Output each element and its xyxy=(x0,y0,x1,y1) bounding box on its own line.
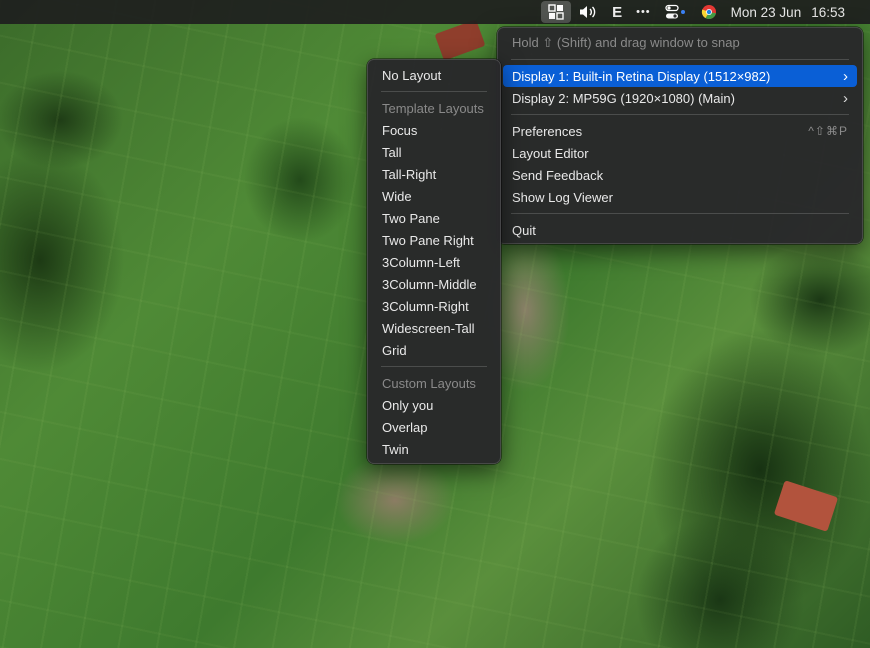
layout-label: Wide xyxy=(382,188,412,204)
menu-bar-time: 16:53 xyxy=(811,4,845,20)
chrome-icon[interactable] xyxy=(694,1,724,23)
layout-manager-menu: Hold ⇧ (Shift) and drag window to snap D… xyxy=(497,27,863,244)
toggle-switches-icon xyxy=(665,4,685,19)
menu-item-display-2[interactable]: Display 2: MP59G (1920×1080) (Main) › xyxy=(503,87,857,109)
layout-label: Only you xyxy=(382,397,434,413)
template-layouts-label: Template Layouts xyxy=(382,100,484,116)
app-e-icon[interactable]: E xyxy=(605,1,629,23)
layout-label: Twin xyxy=(382,441,409,457)
speaker-icon xyxy=(580,6,596,18)
menu-item-custom-twin[interactable]: Twin xyxy=(373,438,495,460)
layout-label: 3Column-Right xyxy=(382,298,469,314)
custom-layouts-header: Custom Layouts xyxy=(373,372,495,394)
menu-item-layout-3column-left[interactable]: 3Column-Left xyxy=(373,251,495,273)
menu-item-custom-overlap[interactable]: Overlap xyxy=(373,416,495,438)
menu-separator xyxy=(511,213,849,214)
menu-item-no-layout[interactable]: No Layout xyxy=(373,64,495,86)
menu-item-quit[interactable]: Quit xyxy=(503,219,857,241)
menu-item-layout-two-pane-right[interactable]: Two Pane Right xyxy=(373,229,495,251)
menu-separator xyxy=(511,59,849,60)
menu-separator xyxy=(381,366,487,367)
show-log-viewer-label: Show Log Viewer xyxy=(512,189,613,205)
menu-separator xyxy=(381,91,487,92)
menu-bar-date: Mon 23 Jun xyxy=(730,4,802,20)
more-icon[interactable]: ••• xyxy=(629,1,658,23)
menu-item-display-1[interactable]: Display 1: Built-in Retina Display (1512… xyxy=(503,65,857,87)
layout-label: Grid xyxy=(382,342,407,358)
layout-label: Two Pane xyxy=(382,210,440,226)
chevron-right-icon: › xyxy=(843,89,848,107)
layout-grid-icon xyxy=(548,4,564,20)
layout-label: 3Column-Middle xyxy=(382,276,477,292)
menu-bar-clock[interactable]: Mon 23 Jun 16:53 xyxy=(724,5,852,20)
menu-separator xyxy=(511,114,849,115)
layout-label: Focus xyxy=(382,122,418,138)
menu-item-layout-3column-middle[interactable]: 3Column-Middle xyxy=(373,273,495,295)
preferences-label: Preferences xyxy=(512,123,583,139)
menu-item-layout-widescreen-tall[interactable]: Widescreen-Tall xyxy=(373,317,495,339)
menu-item-send-feedback[interactable]: Send Feedback xyxy=(503,164,857,186)
layout-manager-icon[interactable] xyxy=(541,1,572,23)
menu-item-show-log-viewer[interactable]: Show Log Viewer xyxy=(503,186,857,208)
app-e-glyph: E xyxy=(612,3,623,21)
menu-item-layout-wide[interactable]: Wide xyxy=(373,185,495,207)
menu-item-layout-3column-right[interactable]: 3Column-Right xyxy=(373,295,495,317)
chevron-right-icon: › xyxy=(843,67,848,85)
layout-label: 3Column-Left xyxy=(382,254,461,270)
menu-item-preferences[interactable]: Preferences ^⇧⌘P xyxy=(503,120,857,142)
menu-item-layout-tall[interactable]: Tall xyxy=(373,141,495,163)
layout-label: Two Pane Right xyxy=(382,232,474,248)
custom-layouts-label: Custom Layouts xyxy=(382,375,476,391)
menu-bar: E ••• Mon 23 Jun 16:53 xyxy=(0,0,870,24)
menu-item-layout-two-pane[interactable]: Two Pane xyxy=(373,207,495,229)
send-feedback-label: Send Feedback xyxy=(512,167,604,183)
snap-hint-label: Hold ⇧ (Shift) and drag window to snap xyxy=(512,35,740,50)
browser-icon xyxy=(701,5,716,20)
control-center-icon[interactable] xyxy=(658,1,694,23)
menu-item-custom-only-you[interactable]: Only you xyxy=(373,394,495,416)
no-layout-label: No Layout xyxy=(382,67,442,83)
preferences-shortcut: ^⇧⌘P xyxy=(808,124,848,138)
layout-submenu: No Layout Template Layouts Focus Tall Ta… xyxy=(367,59,501,464)
layout-label: Tall-Right xyxy=(382,166,437,182)
template-layouts-header: Template Layouts xyxy=(373,97,495,119)
display-2-label: Display 2: MP59G (1920×1080) (Main) xyxy=(512,90,735,106)
layout-label: Widescreen-Tall xyxy=(382,320,475,336)
display-1-label: Display 1: Built-in Retina Display (1512… xyxy=(512,68,771,84)
more-glyph: ••• xyxy=(636,6,651,18)
quit-label: Quit xyxy=(512,222,536,238)
menu-item-layout-grid[interactable]: Grid xyxy=(373,339,495,361)
volume-icon[interactable] xyxy=(571,1,605,23)
snap-hint: Hold ⇧ (Shift) and drag window to snap xyxy=(503,32,857,54)
layout-label: Overlap xyxy=(382,419,428,435)
menu-item-layout-tall-right[interactable]: Tall-Right xyxy=(373,163,495,185)
menu-item-layout-focus[interactable]: Focus xyxy=(373,119,495,141)
layout-label: Tall xyxy=(382,144,402,160)
menu-item-layout-editor[interactable]: Layout Editor xyxy=(503,142,857,164)
layout-editor-label: Layout Editor xyxy=(512,145,589,161)
